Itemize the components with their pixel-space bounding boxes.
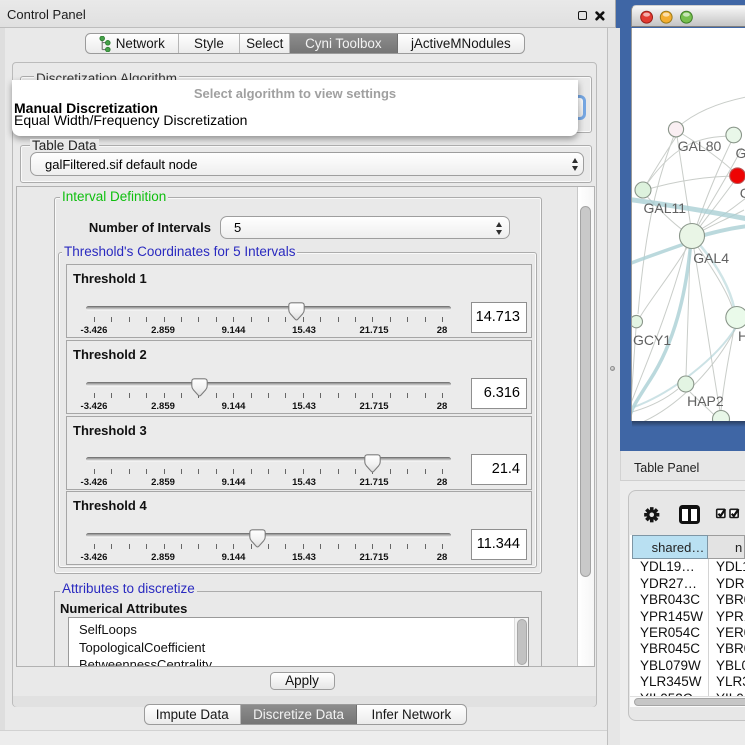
svg-text:GAL4: GAL4 (693, 250, 729, 266)
svg-text:H: H (738, 328, 745, 344)
svg-text:GAL11: GAL11 (644, 200, 687, 216)
svg-text:GCY1: GCY1 (633, 332, 671, 348)
svg-text:C: C (740, 185, 745, 201)
svg-text:GAL80: GAL80 (678, 138, 722, 154)
svg-text:GA: GA (736, 145, 745, 161)
svg-text:HAP2: HAP2 (687, 393, 724, 409)
